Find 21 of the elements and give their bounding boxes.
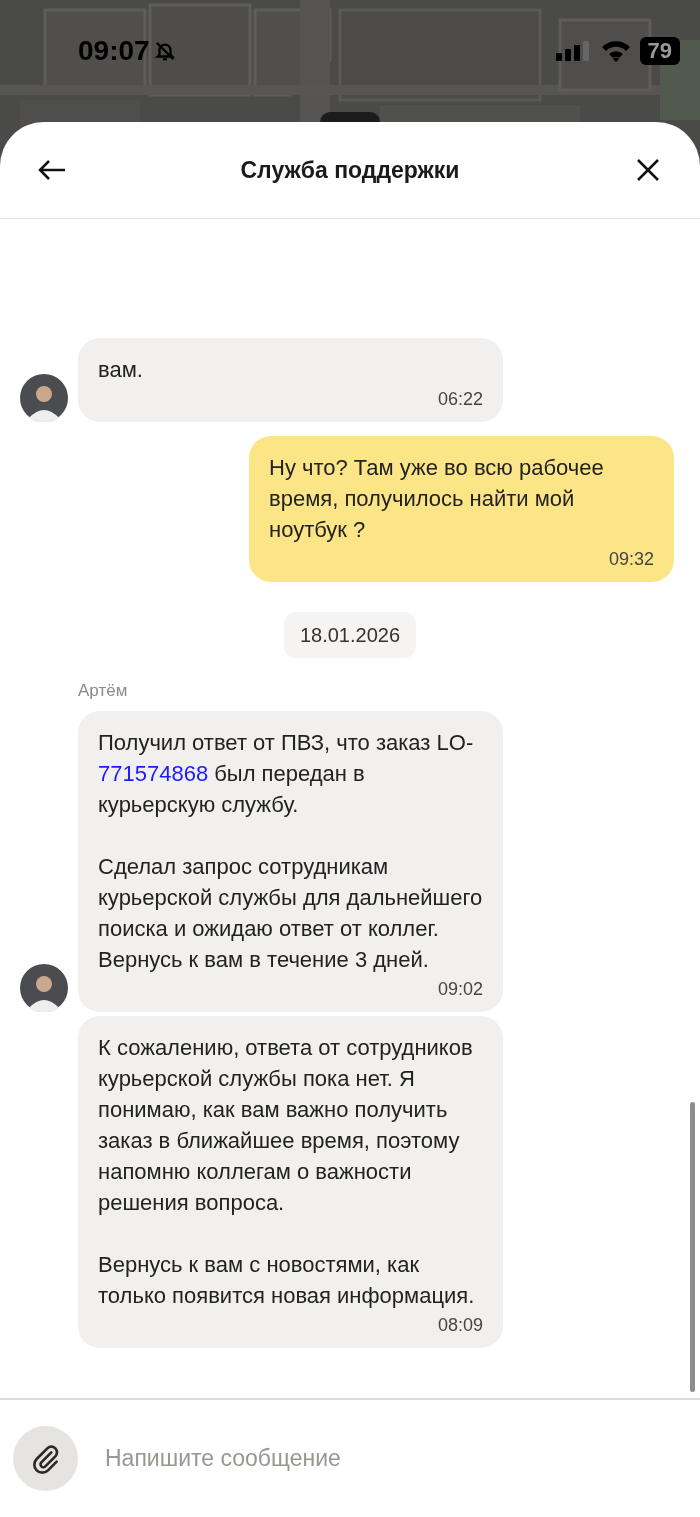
date-chip: 18.01.2026	[283, 611, 417, 658]
muted-bell-icon	[153, 40, 176, 62]
message-time: 09:02	[437, 978, 483, 1000]
message-text: Вернусь к вам с новостями, как только появится новая информация.	[98, 1251, 476, 1310]
order-link[interactable]: 771574868	[98, 761, 209, 786]
close-icon	[636, 158, 660, 182]
message-time: 06:22	[437, 387, 483, 410]
status-time: 09:07	[78, 34, 150, 68]
signal-icon	[555, 39, 592, 63]
message-text: Сделал запрос сотрудникам курьерской службы для дальнейшего поиска и ожидаю ответ от коллег. Вернусь к вам в течение 3 дней.	[98, 853, 483, 974]
message-text: Ну что? Там уже во всю рабочее время, получилось найти мой ноутбук ?	[269, 453, 605, 544]
battery-indicator: 79	[639, 37, 680, 65]
sender-name: Артём	[78, 679, 129, 702]
message-time: 08:09	[437, 1314, 483, 1336]
message-text: К сожалению, ответа от сотрудников курьерской службы пока нет. Я понимаю, как вам важно получить заказ в ближайшее время, поэтому напомню коллегам о важности решения вопроса.	[98, 1034, 474, 1217]
message-text: вам.	[98, 355, 144, 384]
message-time: 09:32	[608, 547, 654, 570]
back-arrow-icon	[37, 158, 67, 182]
message-input[interactable]: Напишите сообщение	[105, 1441, 687, 1476]
header-title: Служба поддержки	[240, 155, 460, 185]
message-text: Получил ответ от ПВЗ, что заказ LO- 771574868 был передан в курьерскую службу.	[98, 729, 475, 819]
